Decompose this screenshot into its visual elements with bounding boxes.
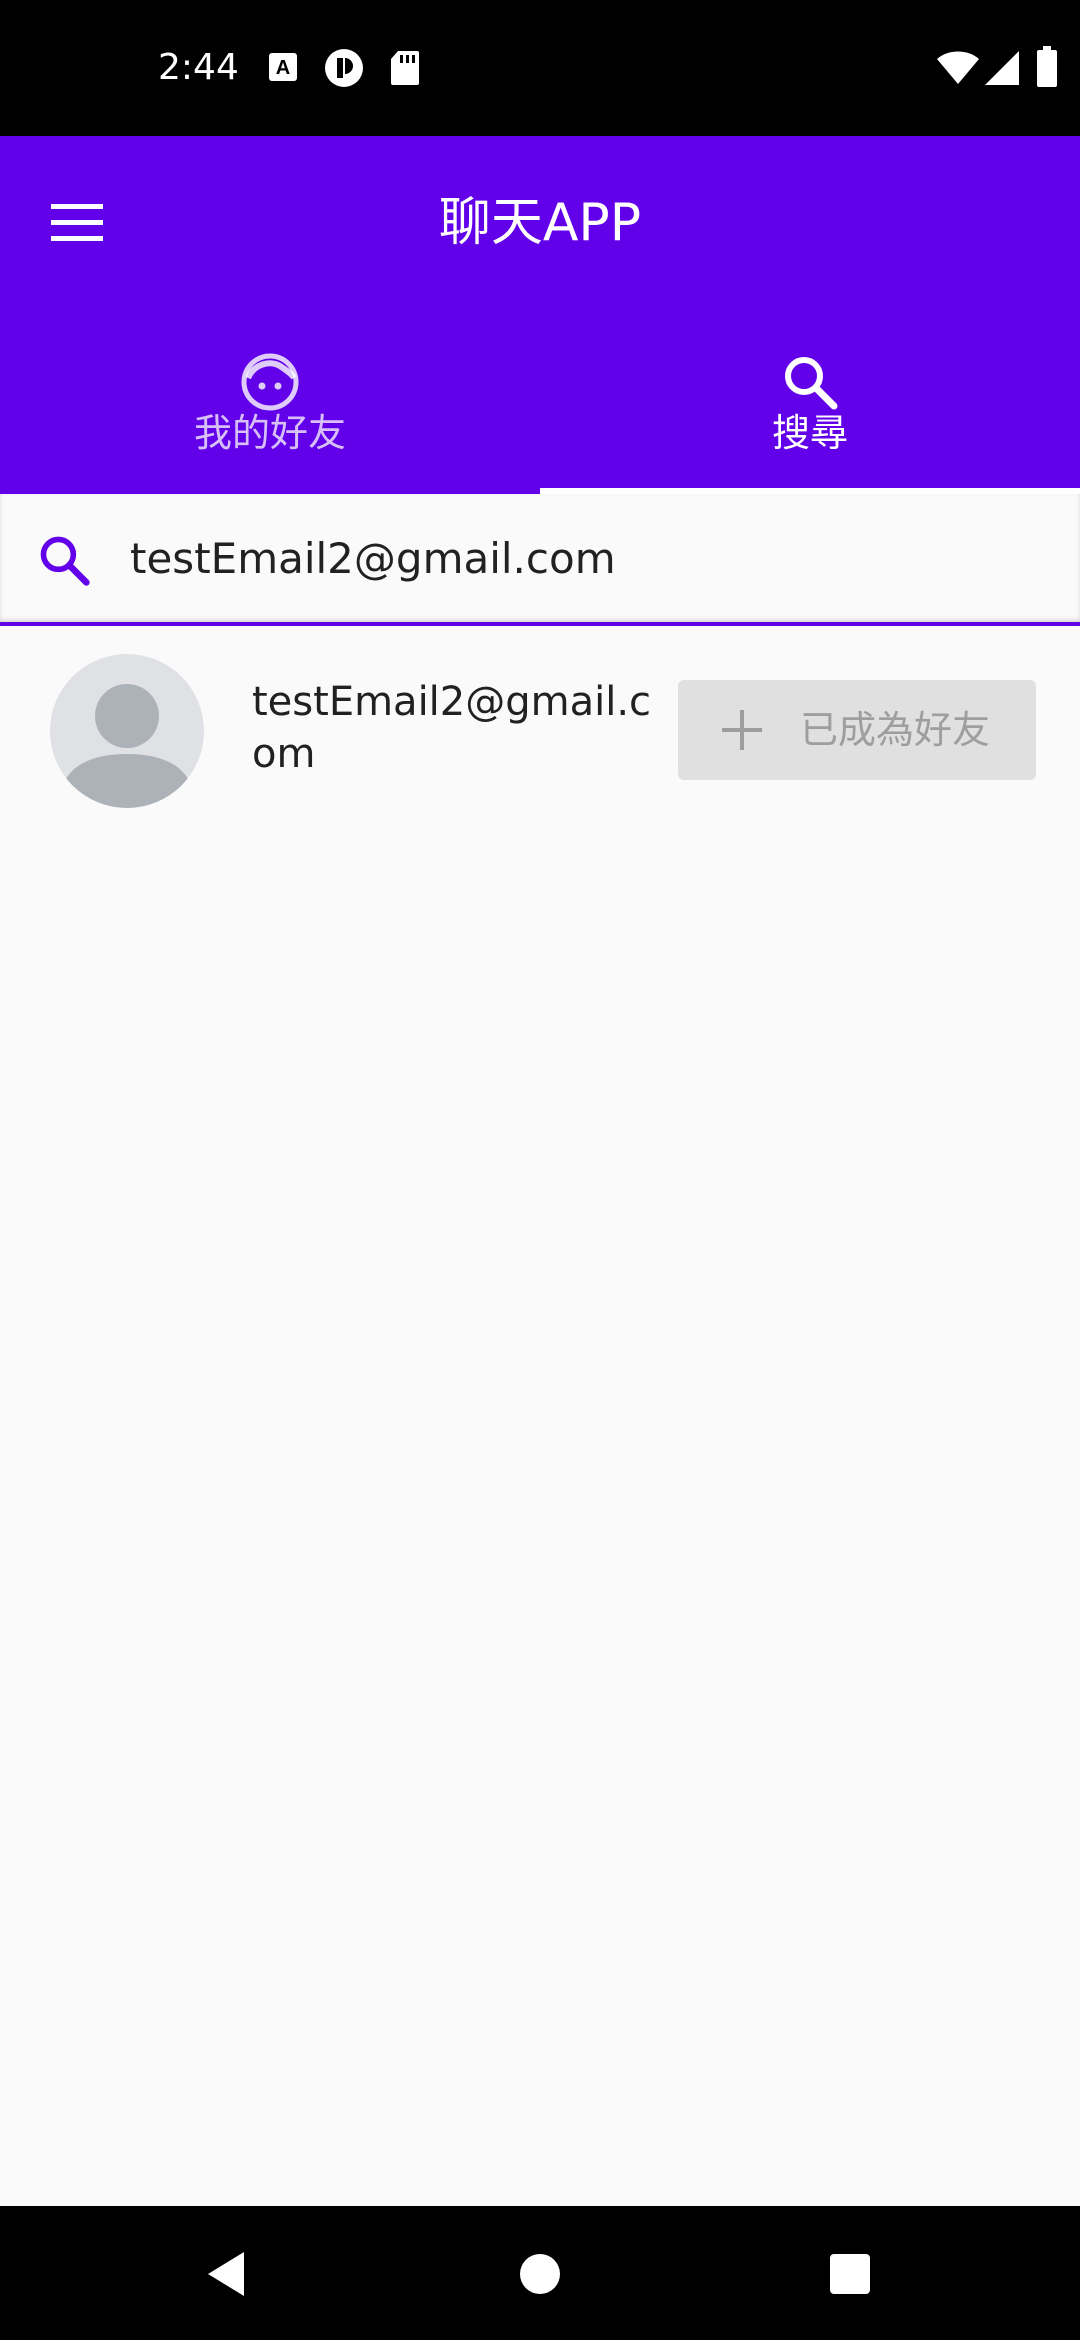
svg-text:A: A [276, 57, 290, 79]
status-time: 2:44 [158, 47, 239, 88]
already-friends-button[interactable]: 已成為好友 [678, 680, 1036, 780]
face-icon [241, 353, 299, 411]
home-icon[interactable] [508, 2242, 572, 2306]
screen: 2:44 A 聊天APP 我的好友 搜尋 testEmail2@gmail.co… [0, 0, 1080, 2340]
back-icon[interactable] [196, 2242, 260, 2306]
already-friends-label: 已成為好友 [800, 708, 991, 752]
app-bar: 聊天APP 我的好友 搜尋 [0, 136, 1080, 494]
wifi-icon [937, 51, 979, 84]
result-email: testEmail2@gmail.com [252, 679, 652, 777]
tab-my-friends[interactable]: 我的好友 [0, 308, 540, 494]
tab-search[interactable]: 搜尋 [540, 308, 1080, 494]
app-title: 聊天APP [438, 193, 642, 253]
avatar [50, 654, 204, 808]
search-icon [785, 357, 838, 410]
tab-my-friends-label: 我的好友 [193, 411, 346, 455]
sd-card-icon [391, 51, 419, 85]
privacy-icon [325, 49, 363, 87]
search-input[interactable] [130, 522, 1030, 594]
status-bar: 2:44 A [0, 0, 1080, 136]
battery-icon [1037, 46, 1057, 87]
search-bar [0, 494, 1080, 626]
tab-search-label: 搜尋 [771, 411, 848, 455]
recents-icon[interactable] [818, 2242, 882, 2306]
search-icon [40, 536, 90, 586]
navigation-bar [0, 2206, 1080, 2340]
plus-icon [722, 710, 762, 750]
list-item: testEmail2@gmail.com 已成為好友 [0, 630, 1080, 830]
default-avatar-icon [62, 684, 192, 808]
signal-icon [985, 51, 1019, 85]
a-notification-icon: A [269, 53, 297, 81]
